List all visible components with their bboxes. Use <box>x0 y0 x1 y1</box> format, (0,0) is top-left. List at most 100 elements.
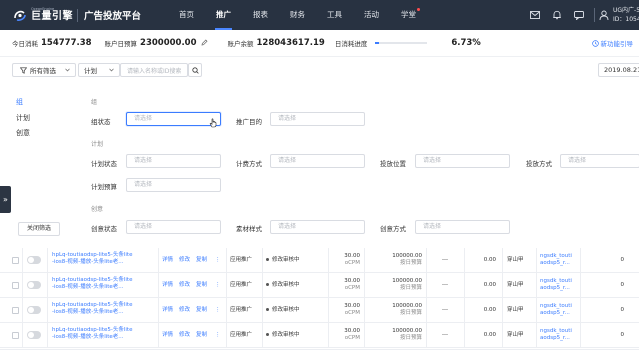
budget-value: 100000.00 <box>392 278 422 284</box>
edit-budget-icon[interactable] <box>201 39 208 48</box>
package-line1: ngsdk_touti <box>540 328 572 334</box>
billing-select[interactable]: 请选择 <box>270 154 365 168</box>
row-status-toggle[interactable] <box>27 306 41 314</box>
detail-link[interactable]: 详情 <box>162 257 173 265</box>
nav-item[interactable]: 活动 <box>353 0 390 30</box>
feature-guide-link[interactable]: 新功能引导 <box>591 38 633 48</box>
filter-bar: 所有筛选 计划 请输入名称或ID搜索 2019.08.21 <box>0 60 639 81</box>
budget-unit: 按日预算 <box>399 335 422 341</box>
expand-sidebar-button[interactable]: » <box>0 186 11 213</box>
edit-link[interactable]: 修改 <box>179 257 190 265</box>
row-checkbox[interactable] <box>12 257 19 264</box>
status-dot <box>266 258 269 261</box>
bid-unit: oCPM <box>344 260 360 266</box>
copy-link[interactable]: 复制 <box>196 282 207 290</box>
billing-label: 计费方式 <box>236 160 262 168</box>
copy-link[interactable]: 复制 <box>196 307 207 315</box>
date-range-picker[interactable]: 2019.08.21 <box>598 63 639 77</box>
level-select[interactable]: 计划 <box>78 63 120 77</box>
media-name: 穿山甲 <box>507 282 524 288</box>
bid-value: 30.00 <box>344 278 360 284</box>
mail-icon[interactable] <box>524 11 546 19</box>
category-group[interactable]: 组 <box>16 97 23 107</box>
category-plan[interactable]: 计划 <box>16 113 30 123</box>
plan-name-line1: hpLq-toutiaodsp-lite5-头条lite <box>52 302 133 308</box>
table-footer <box>0 349 639 355</box>
placement-select[interactable]: 请选择 <box>415 154 510 168</box>
section-group-title: 组 <box>91 99 98 106</box>
last-column-value: 0 <box>620 257 625 263</box>
package-link[interactable]: ngsdk_touti aodsp5_r... <box>540 328 580 344</box>
nav-item[interactable]: 工具 <box>316 0 353 30</box>
category-creative[interactable]: 创意 <box>16 128 30 138</box>
edit-link[interactable]: 修改 <box>179 282 190 290</box>
column-divider <box>536 248 537 273</box>
delivery-select[interactable]: 请选择 <box>560 154 639 168</box>
column-divider <box>536 323 537 348</box>
column-divider <box>47 323 48 348</box>
detail-link[interactable]: 详情 <box>162 282 173 290</box>
edit-link[interactable]: 修改 <box>179 332 190 340</box>
package-link[interactable]: ngsdk_touti aodsp5_r... <box>540 278 580 294</box>
nav-item[interactable]: 财务 <box>279 0 316 30</box>
filter-icon <box>20 66 27 74</box>
group-status-label: 组状态 <box>91 118 111 126</box>
search-input[interactable]: 请输入名称或ID搜索 <box>120 63 188 77</box>
edit-link[interactable]: 修改 <box>179 307 190 315</box>
logo[interactable]: OceanEngine 巨量引擎 <box>0 7 77 23</box>
copy-link[interactable]: 复制 <box>196 332 207 340</box>
package-link[interactable]: ngsdk_touti aodsp5_r... <box>540 303 580 319</box>
bid-unit: oCPM <box>344 335 360 341</box>
plan-name-link[interactable]: hpLq-toutiaodsp-lite5-头条lite -ios8-视频-播放… <box>52 277 156 295</box>
material-style-select[interactable]: 请选择 <box>270 220 365 234</box>
column-divider <box>22 248 23 273</box>
bid-cell: 30.00 oCPM <box>326 278 360 294</box>
more-actions-icon[interactable]: ⋮ <box>215 307 221 315</box>
detail-link[interactable]: 详情 <box>162 307 173 315</box>
column-divider <box>47 298 48 323</box>
search-button[interactable] <box>188 63 202 77</box>
package-link[interactable]: ngsdk_touti aodsp5_r... <box>540 253 580 269</box>
promo-purpose-select[interactable]: 请选择 <box>270 112 365 126</box>
chat-icon[interactable] <box>568 10 590 20</box>
spend-value: 0.00 <box>483 332 496 338</box>
creative-status-select[interactable]: 请选择 <box>126 220 221 234</box>
creative-mode-select[interactable]: 请选择 <box>415 220 510 234</box>
plan-name-link[interactable]: hpLq-toutiaodsp-lite5-头条lite -ios8-视频-播放… <box>52 327 156 345</box>
plan-name-link[interactable]: hpLq-toutiaodsp-lite5-头条lite -ios8-视频-播放… <box>52 252 156 270</box>
all-filters-select[interactable]: 所有筛选 <box>12 63 76 77</box>
column-divider <box>580 248 581 273</box>
double-chevron-right-icon: » <box>3 195 8 204</box>
column-divider <box>502 248 503 273</box>
nav-item[interactable]: 报表 <box>242 0 279 30</box>
row-status-toggle[interactable] <box>27 281 41 289</box>
account-stats: 今日消耗 154777.38 账户日预算 2300000.00 账户余额 128… <box>0 30 639 57</box>
nav-item[interactable]: 首页 <box>168 0 205 30</box>
plan-name-link[interactable]: hpLq-toutiaodsp-lite5-头条lite -ios8-视频-播放… <box>52 302 156 320</box>
row-checkbox[interactable] <box>12 307 19 314</box>
user-menu[interactable]: UG内广-5- ID：10549 <box>599 6 639 24</box>
promo-type: 应用推广 <box>230 282 253 288</box>
nav-item[interactable]: 学堂 <box>390 0 427 30</box>
row-status-toggle[interactable] <box>27 256 41 264</box>
row-status-toggle[interactable] <box>27 331 41 339</box>
table-row: hpLq-toutiaodsp-lite5-头条lite -ios8-视频-播放… <box>0 323 639 348</box>
bell-icon[interactable] <box>546 10 568 20</box>
ocean-engine-logo-icon <box>12 7 28 23</box>
group-status-select[interactable]: 请选择 <box>126 112 221 126</box>
plan-budget-select[interactable]: 请选择 <box>126 178 221 192</box>
date-value: 2019.08.21 <box>604 66 639 74</box>
row-checkbox[interactable] <box>12 282 19 289</box>
more-actions-icon[interactable]: ⋮ <box>215 257 221 265</box>
row-checkbox[interactable] <box>12 332 19 339</box>
plan-status-select[interactable]: 请选择 <box>126 154 221 168</box>
detail-link[interactable]: 详情 <box>162 332 173 340</box>
column-divider <box>580 323 581 348</box>
main-nav: 首页 推广 报表 财务 工具 活动 学堂 <box>168 0 427 30</box>
more-actions-icon[interactable]: ⋮ <box>215 282 221 290</box>
more-actions-icon[interactable]: ⋮ <box>215 332 221 340</box>
nav-item[interactable]: 推广 <box>205 0 242 30</box>
copy-link[interactable]: 复制 <box>196 257 207 265</box>
package-line2: aodsp5_r... <box>540 285 570 291</box>
close-filter-button[interactable]: 关闭筛选 <box>18 222 60 236</box>
